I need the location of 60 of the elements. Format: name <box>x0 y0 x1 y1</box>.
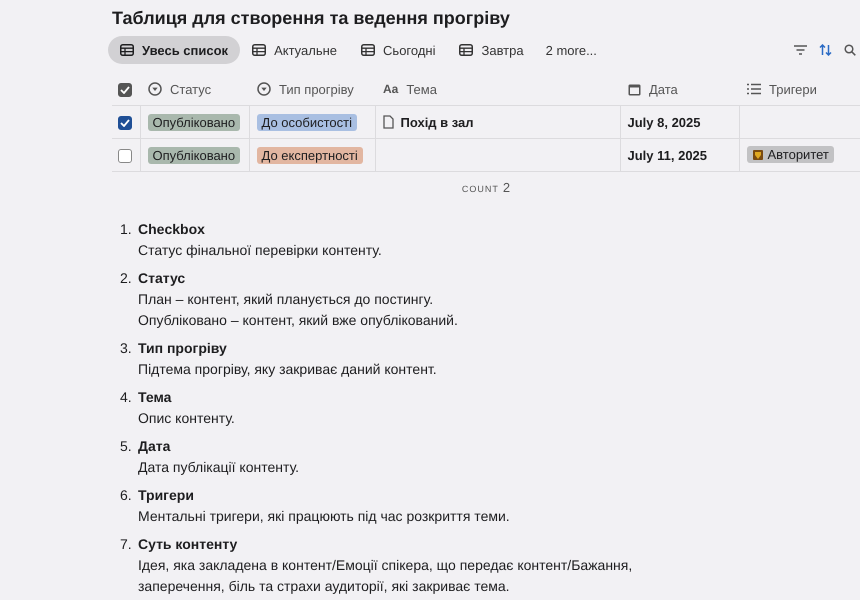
calendar-icon <box>628 82 641 96</box>
text-type-icon: Aa <box>383 82 398 96</box>
type-tag: До особистості <box>256 114 357 130</box>
item-description: Ідея, яка закладена в контент/Емоції спікера, що передає контент/Бажання, заперечення, біль та страхи аудиторії, які закриває тема. <box>138 556 634 596</box>
item-description: Дата публікації контенту. <box>138 458 300 477</box>
topic-link[interactable]: Похід в зал <box>400 114 474 130</box>
more-views-link[interactable]: 2 more... <box>536 42 607 58</box>
column-header[interactable]: Тип прогріву <box>279 82 354 96</box>
item-title: Суть контенту <box>138 535 238 554</box>
table-icon <box>361 44 376 56</box>
date-text: July 11, 2025 <box>628 148 708 162</box>
column-header[interactable]: Статус <box>170 82 212 96</box>
status-tag: Опубліковано <box>148 146 240 164</box>
item-description: Ментальні тригери, які працюють під час розкриття теми. <box>138 507 511 526</box>
type-tag: До експертності <box>256 146 363 164</box>
search-icon[interactable] <box>844 44 856 56</box>
dropdown-circle-icon <box>148 82 162 96</box>
item-title: Тип прогріву <box>138 339 228 358</box>
list-number: 7. <box>119 535 133 554</box>
column-header[interactable]: Тригери <box>769 82 817 96</box>
item-description: Статус фінальної перевірки контенту. <box>138 241 383 260</box>
sort-icon[interactable] <box>819 44 832 56</box>
page-title: Таблиця для створення та ведення прогріву <box>112 7 511 29</box>
table-icon <box>459 44 474 56</box>
list-number: 3. <box>119 339 133 358</box>
item-description: Опис контенту. <box>138 409 236 428</box>
view-tab[interactable]: Сьогодні <box>349 36 448 64</box>
list-number: 1. <box>119 220 133 239</box>
status-tag: Опубліковано <box>148 114 240 130</box>
checkbox[interactable] <box>118 148 132 163</box>
list-number: 2. <box>119 269 133 288</box>
table-icon <box>252 44 266 56</box>
trigger-tag: Авторитет <box>746 146 834 164</box>
item-title: Статус <box>138 269 186 288</box>
page-icon <box>382 115 394 129</box>
dropdown-circle-icon <box>257 82 271 96</box>
count-value: 2 <box>502 180 510 195</box>
item-description: Підтема прогріву, яку закриває даний контент. <box>138 360 438 379</box>
item-title: Тема <box>138 388 172 407</box>
column-header[interactable]: Тема <box>406 82 437 96</box>
list-icon <box>747 83 761 95</box>
view-tab[interactable]: Актуальне <box>240 36 350 64</box>
count-label: COUNT <box>462 184 499 194</box>
item-title: Тригери <box>138 486 195 505</box>
item-description: План – контент, який планується до постингу. <box>138 290 434 309</box>
list-number: 5. <box>119 437 133 456</box>
checkbox[interactable] <box>118 82 132 97</box>
item-title: Checkbox <box>138 220 206 239</box>
shield-icon <box>752 148 764 161</box>
list-number: 6. <box>119 486 133 505</box>
view-tab[interactable]: Завтра <box>447 36 536 64</box>
filter-icon[interactable] <box>794 45 807 55</box>
date-text: July 8, 2025 <box>628 114 700 130</box>
item-description: Опубліковано – контент, який вже опублікований. <box>138 311 459 330</box>
item-title: Дата <box>138 437 172 456</box>
list-number: 4. <box>119 388 133 407</box>
checkbox[interactable] <box>118 116 132 130</box>
table-icon <box>120 44 134 56</box>
column-header[interactable]: Дата <box>649 82 678 96</box>
view-tab[interactable]: Увесь список <box>108 36 240 64</box>
